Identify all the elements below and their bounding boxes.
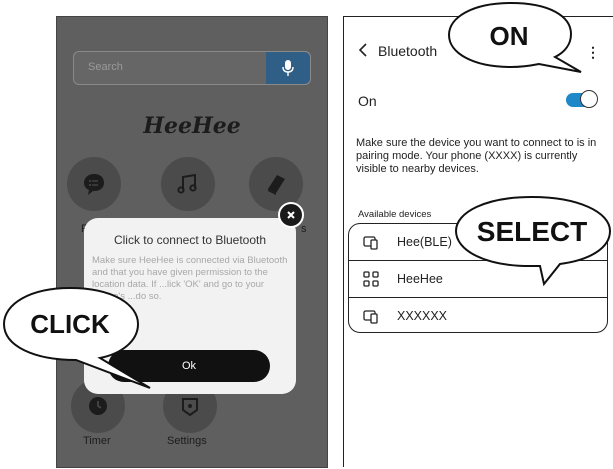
grid-device-icon	[363, 271, 379, 287]
dialog-title: Click to connect to Bluetooth	[113, 233, 267, 247]
on-callout: ON	[447, 1, 582, 73]
search-bar[interactable]: Search	[73, 51, 311, 85]
settings-icon	[182, 398, 198, 417]
device-row-xxxxxx[interactable]: XXXXXX	[349, 298, 607, 332]
bluetooth-toggle[interactable]	[566, 90, 598, 108]
search-placeholder: Search	[88, 61, 123, 73]
chat-tile[interactable]	[67, 157, 121, 211]
select-callout: SELECT	[454, 195, 612, 287]
kebab-menu-icon[interactable]: ⋮	[586, 44, 600, 61]
device-name: XXXXXX	[397, 309, 448, 323]
back-chevron-icon[interactable]	[358, 43, 368, 57]
brand-logo: HeeHee	[143, 113, 241, 139]
click-callout-text: CLICK	[30, 309, 110, 339]
device-name: HeeHee	[397, 272, 443, 286]
click-callout: CLICK	[2, 286, 151, 389]
music-tile[interactable]	[161, 157, 215, 211]
on-callout-text: ON	[490, 21, 529, 51]
settings-label: Settings	[167, 435, 207, 447]
page-title: Bluetooth	[378, 43, 438, 59]
device-icon	[363, 310, 378, 324]
dialog-close-button[interactable]	[278, 202, 304, 228]
toggle-knob	[580, 90, 598, 108]
mic-button[interactable]	[266, 52, 310, 84]
music-note-icon	[177, 173, 197, 194]
mic-icon	[282, 60, 294, 76]
timer-label: Timer	[83, 435, 111, 447]
select-callout-text: SELECT	[477, 216, 587, 247]
close-icon	[287, 211, 295, 219]
device-icon	[363, 236, 378, 250]
book-tile-label: s	[301, 223, 307, 235]
bluetooth-on-label: On	[358, 93, 377, 109]
book-icon	[268, 175, 285, 195]
chat-bubble-icon	[84, 174, 104, 195]
available-devices-label: Available devices	[358, 209, 432, 220]
pairing-description: Make sure the device you want to connect…	[356, 137, 597, 175]
clock-icon	[89, 397, 107, 415]
device-name: Hee(BLE)	[397, 235, 452, 249]
